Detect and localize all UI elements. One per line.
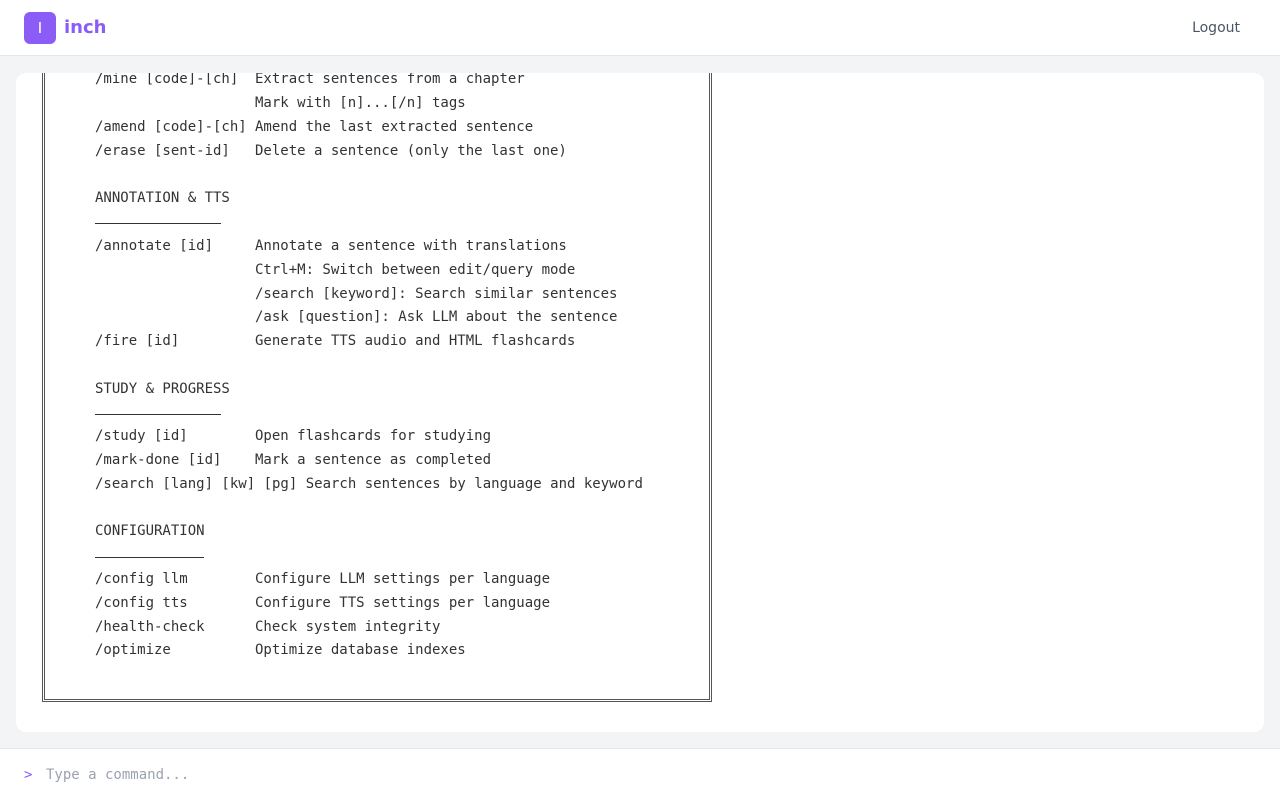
command-description: Ctrl+M: Switch between edit/query mode: [255, 262, 576, 278]
section-heading-annotation: ANNOTATION & TTS: [95, 190, 230, 206]
app-logo[interactable]: I: [24, 12, 56, 44]
command-description: Mark with [n]...[/n] tags: [255, 95, 466, 111]
command-description: Configure LLM settings per language: [255, 571, 551, 587]
command-name: /annotate [id]: [95, 238, 214, 254]
command-description: Annotate a sentence with translations: [255, 238, 567, 254]
prompt-chevron-icon: >: [24, 767, 33, 783]
command-name: /fire [id]: [95, 333, 180, 349]
command-name: /optimize: [95, 642, 171, 658]
command-description: /ask [question]: Ask LLM about the sente…: [255, 309, 618, 325]
command-bar: >: [0, 748, 1280, 800]
command-description: Extract sentences from a chapter: [255, 73, 525, 87]
command-name: /config tts: [95, 595, 188, 611]
command-description: Mark a sentence as completed: [255, 452, 492, 468]
command-description: Check system integrity: [255, 619, 441, 635]
command-name: /config llm: [95, 571, 188, 587]
app-name[interactable]: inch: [64, 16, 106, 40]
command-description: Generate TTS audio and HTML flashcards: [255, 333, 576, 349]
command-description: Amend the last extracted sentence: [255, 119, 534, 135]
command-name: /amend [code]-[ch]: [95, 119, 247, 135]
command-description: Configure TTS settings per language: [255, 595, 551, 611]
top-header: I inch Logout: [0, 0, 1280, 56]
section-underline: [95, 414, 221, 415]
section-heading-study: STUDY & PROGRESS: [95, 381, 230, 397]
command-name: /mine [code]-[ch]: [95, 73, 239, 87]
command-name: /health-check: [95, 619, 205, 635]
command-input[interactable]: [46, 763, 1246, 787]
command-name: /study [id]: [95, 428, 188, 444]
command-description: Delete a sentence (only the last one): [255, 143, 567, 159]
terminal-output: /mine [code]-[ch] Extract sentences from…: [16, 73, 1264, 732]
help-box-frame: /mine [code]-[ch] Extract sentences from…: [42, 73, 712, 702]
section-underline: [95, 557, 204, 558]
command-name: /erase [sent-id]: [95, 143, 230, 159]
command-description: Open flashcards for studying: [255, 428, 492, 444]
command-description: Optimize database indexes: [255, 642, 466, 658]
logout-button[interactable]: Logout: [1192, 18, 1240, 38]
section-underline: [95, 223, 221, 224]
command-description: /search [keyword]: Search similar senten…: [255, 286, 618, 302]
section-heading-config: CONFIGURATION: [95, 523, 205, 539]
command-line: /search [lang] [kw] [pg] Search sentence…: [95, 476, 643, 492]
command-name: /mark-done [id]: [95, 452, 222, 468]
